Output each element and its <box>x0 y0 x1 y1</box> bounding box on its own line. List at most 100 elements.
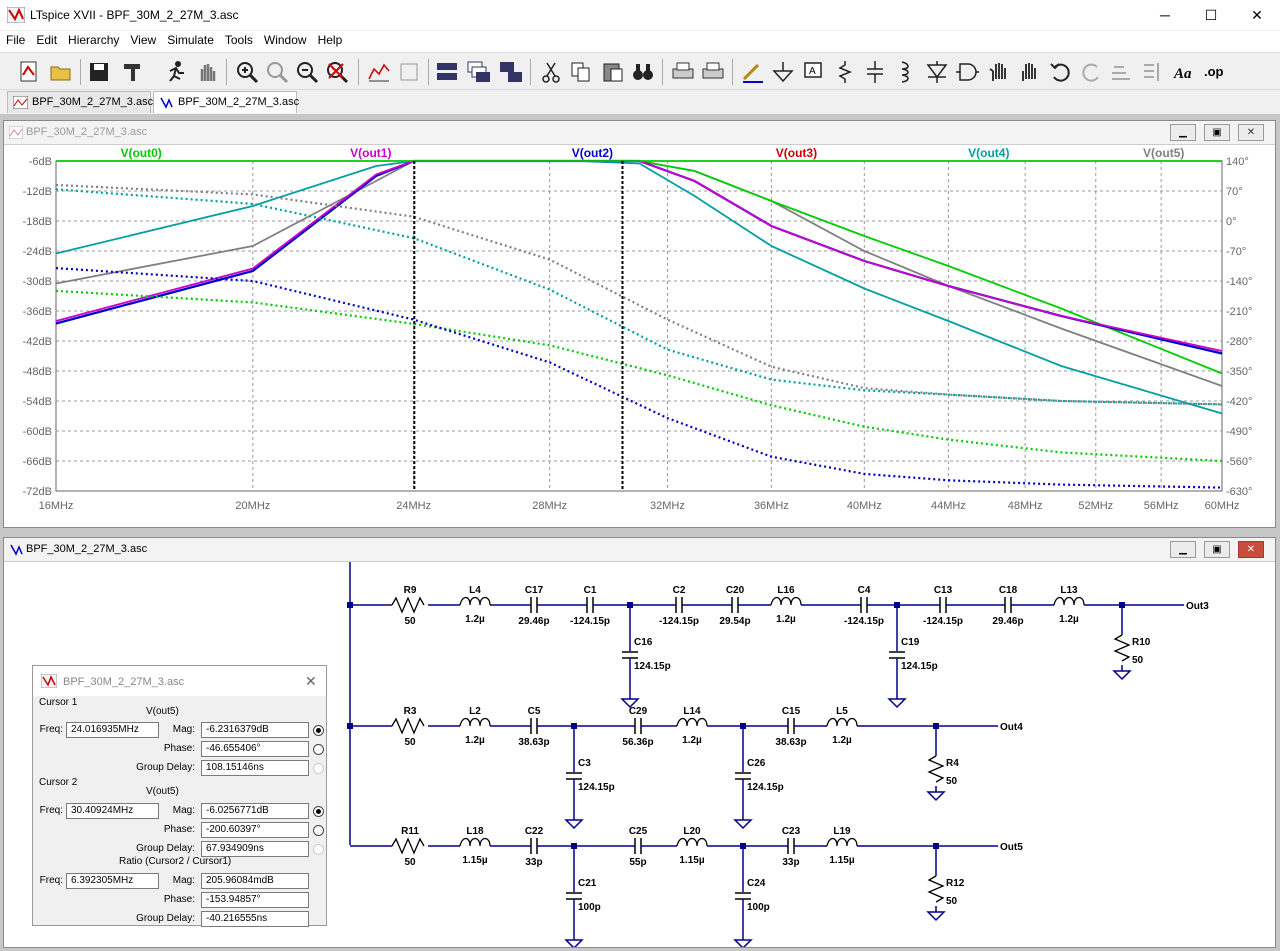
print-setup-icon[interactable] <box>700 59 726 85</box>
pick-visible-traces-icon[interactable] <box>396 59 422 85</box>
ground-symbol <box>733 819 753 830</box>
ratio-freq-label: Freq: <box>39 875 63 886</box>
app-titlebar: LTspice XVII - BPF_30M_2_27M_3.asc ─ ☐ ✕ <box>0 0 1280 31</box>
tab-schematic[interactable]: BPF_30M_2_27M_3.asc <box>153 91 299 113</box>
part-ref: C15 <box>782 706 801 717</box>
cursor2-gd-value[interactable]: 67.934909ns <box>201 841 309 857</box>
capacitor-icon[interactable] <box>862 59 888 85</box>
part-value: 33p <box>782 857 799 868</box>
ratio-gd-value[interactable]: -40.216555ns <box>201 911 309 927</box>
cursor2-gd-radio[interactable] <box>313 844 324 855</box>
cursor1-phase-radio[interactable] <box>313 744 324 755</box>
ratio-freq-value[interactable]: 6.392305MHz <box>66 873 159 889</box>
x-tick-label: 44MHz <box>931 500 966 512</box>
undo-icon[interactable] <box>1048 59 1074 85</box>
child-minimize-button[interactable]: ▁ <box>1170 541 1196 558</box>
waveform-icon <box>9 126 23 139</box>
tile-horizontal-icon[interactable] <box>434 59 460 85</box>
ratio-mag-value[interactable]: 205.96084mdB <box>201 873 309 889</box>
control-panel-hammer-icon[interactable] <box>120 59 146 85</box>
rotate-icon[interactable] <box>1108 59 1134 85</box>
part-ref: C29 <box>629 706 648 717</box>
menu-edit[interactable]: Edit <box>30 31 62 47</box>
move-hand-icon[interactable] <box>986 59 1012 85</box>
mirror-icon[interactable] <box>1140 59 1166 85</box>
child-close-button[interactable]: ✕ <box>1238 541 1264 558</box>
inductor-icon[interactable] <box>892 59 918 85</box>
cursor1-gd-radio[interactable] <box>313 763 324 774</box>
x-tick-label: 16MHz <box>39 500 74 512</box>
cursor-dialog-close-icon[interactable]: ✕ <box>305 673 317 690</box>
cursor1-gd-value[interactable]: 108.15146ns <box>201 760 309 776</box>
resistor-symbol <box>391 717 425 735</box>
cursor2-mag-value[interactable]: -6.0256771dB <box>201 803 309 819</box>
maximize-button[interactable]: ☐ <box>1188 0 1234 31</box>
x-tick-label: 24MHz <box>396 500 431 512</box>
cursor2-freq-value[interactable]: 30.40924MHz <box>66 803 159 819</box>
cursor1-phase-value[interactable]: -46.655406° <box>201 741 309 757</box>
menu-help[interactable]: Help <box>312 31 348 47</box>
part-value: 50 <box>404 857 416 868</box>
open-folder-icon[interactable] <box>48 59 74 85</box>
spice-directive-icon[interactable]: .op <box>1202 59 1228 85</box>
resistor-icon[interactable] <box>832 59 858 85</box>
run-simulation-icon[interactable] <box>162 59 188 85</box>
net-label: Out3 <box>1186 601 1209 612</box>
close-button[interactable]: ✕ <box>1234 0 1280 31</box>
legend-vout1: V(out1) <box>350 146 391 160</box>
cut-icon[interactable] <box>538 59 564 85</box>
zoom-in-icon[interactable] <box>234 59 260 85</box>
cursor2-phase-radio[interactable] <box>313 825 324 836</box>
text-icon[interactable]: Aa <box>1172 59 1198 85</box>
find-binoculars-icon[interactable] <box>630 59 656 85</box>
copy-icon[interactable] <box>568 59 594 85</box>
paste-icon[interactable] <box>600 59 626 85</box>
drag-hand-icon[interactable] <box>1016 59 1042 85</box>
menu-simulate[interactable]: Simulate <box>161 31 219 47</box>
part-ref: C5 <box>528 706 541 717</box>
menu-view[interactable]: View <box>124 31 161 47</box>
ground-icon[interactable] <box>770 59 796 85</box>
label-net-icon[interactable]: A <box>800 59 826 85</box>
autorange-icon[interactable] <box>366 59 392 85</box>
cursor2-phase-value[interactable]: -200.60397° <box>201 822 309 838</box>
menu-file[interactable]: File <box>0 31 30 47</box>
print-icon[interactable] <box>670 59 696 85</box>
menu-hierarchy[interactable]: Hierarchy <box>62 31 124 47</box>
diode-icon[interactable] <box>924 59 950 85</box>
cursor2-gd-label: Group Delay: <box>136 843 195 854</box>
component-icon[interactable] <box>954 59 980 85</box>
cursor1-freq-value[interactable]: 24.016935MHz <box>66 722 159 738</box>
tile-vertical-icon[interactable] <box>498 59 524 85</box>
part-value: 50 <box>404 616 416 627</box>
cursor1-mag-radio[interactable] <box>313 725 324 736</box>
child-maximize-button[interactable]: ▣ <box>1204 124 1230 141</box>
ltspice-logo-icon <box>7 7 25 23</box>
draw-wire-icon[interactable] <box>740 59 766 85</box>
menu-tools[interactable]: Tools <box>219 31 258 47</box>
child-maximize-button[interactable]: ▣ <box>1204 541 1230 558</box>
legend-vout2: V(out2) <box>572 146 613 160</box>
halt-hand-icon[interactable] <box>194 59 220 85</box>
tab-waveform[interactable]: BPF_30M_2_27M_3.asc <box>7 91 153 113</box>
new-schematic-icon[interactable] <box>16 59 42 85</box>
cursor2-mag-radio[interactable] <box>313 806 324 817</box>
waveform-icon <box>13 96 28 109</box>
zoom-full-icon[interactable] <box>324 59 350 85</box>
menu-window[interactable]: Window <box>258 31 312 47</box>
redo-icon[interactable] <box>1078 59 1104 85</box>
bode-plot[interactable]: -6dB 140° -12dB 70° -18dB 0° -24dB -70° -30dB -14… <box>4 145 1275 527</box>
save-icon[interactable] <box>86 59 112 85</box>
resistor-symbol <box>391 596 425 614</box>
zoom-out-icon[interactable] <box>294 59 320 85</box>
part-value: 38.63p <box>775 737 806 748</box>
ratio-header: Ratio (Cursor2 / Cursor1) <box>119 856 232 867</box>
minimize-button[interactable]: ─ <box>1142 0 1188 31</box>
cursor1-mag-value[interactable]: -6.2316379dB <box>201 722 309 738</box>
cascade-windows-icon[interactable] <box>466 59 492 85</box>
child-close-button[interactable]: ✕ <box>1238 124 1264 141</box>
pan-icon[interactable] <box>264 59 290 85</box>
child-minimize-button[interactable]: ▁ <box>1170 124 1196 141</box>
part-value: 50 <box>1132 655 1144 666</box>
ratio-phase-value[interactable]: -153.94857° <box>201 892 309 908</box>
